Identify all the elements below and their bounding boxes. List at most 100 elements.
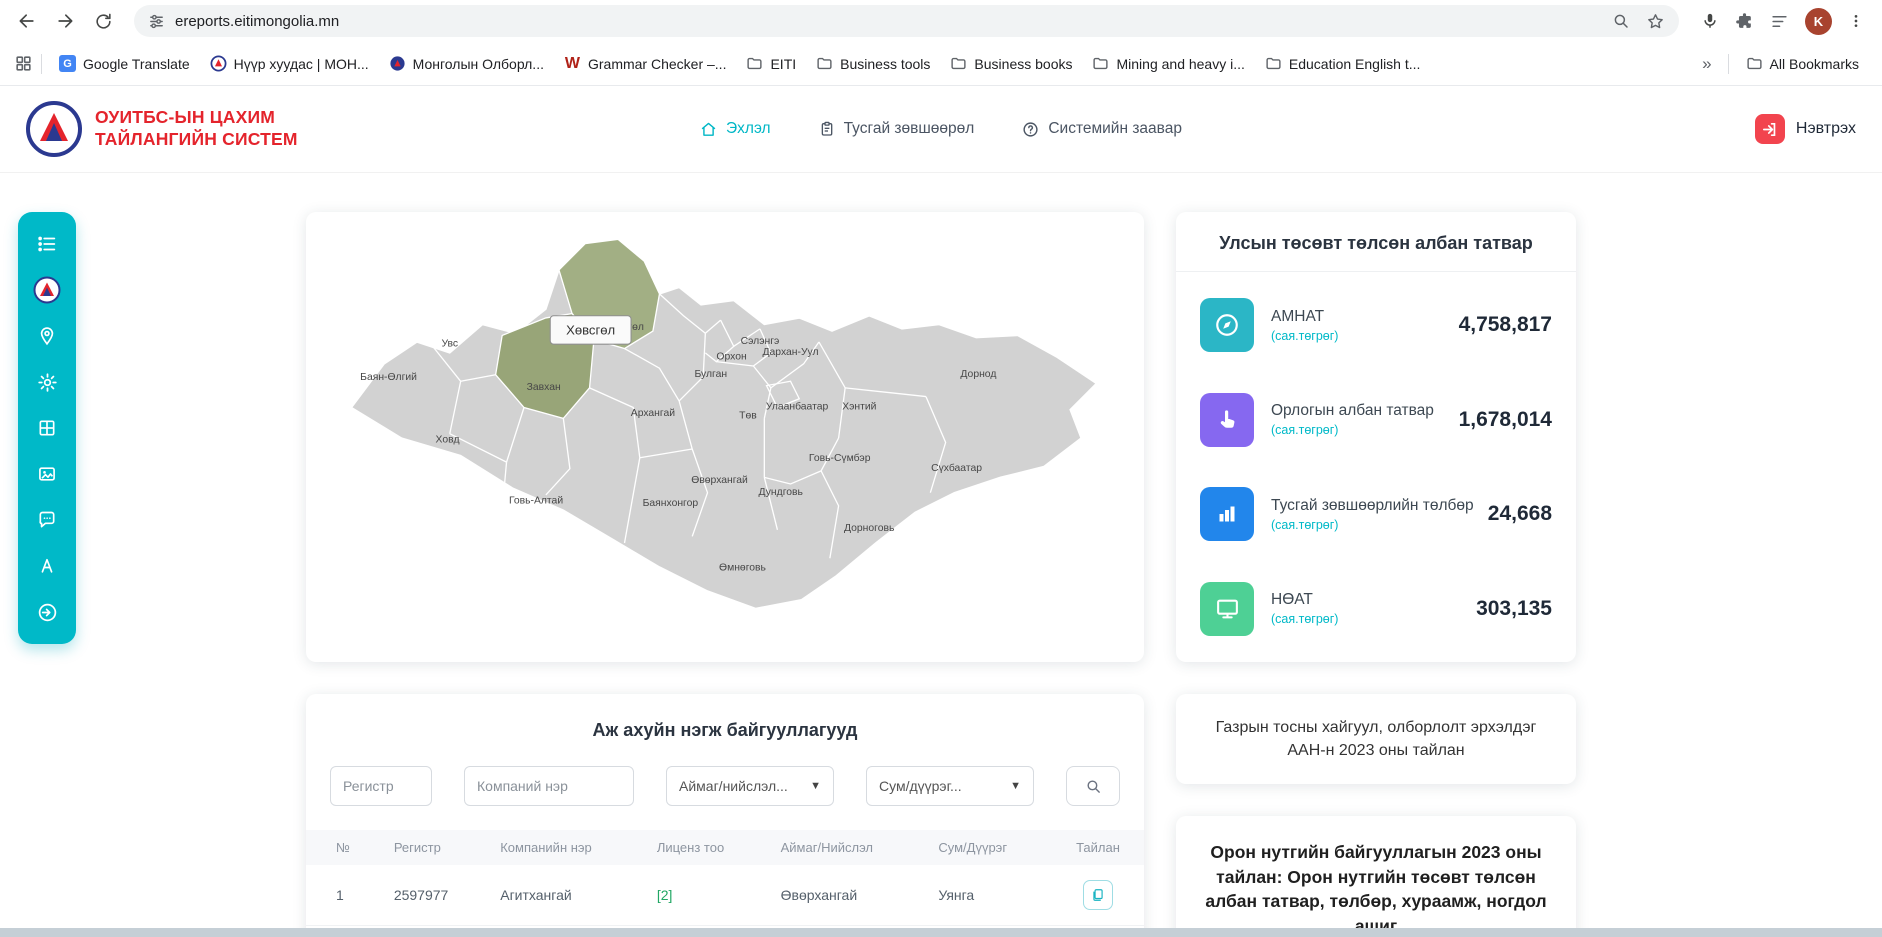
menu-kebab-icon[interactable] [1848, 13, 1864, 29]
province-label: Дархан-Уул [763, 347, 819, 358]
stat-value: 303,135 [1476, 597, 1552, 621]
bookmark-nuur-huudas[interactable]: Нүүр хуудас | МОН... [201, 50, 378, 77]
table-header-row: № Регистр Компанийн нэр Лиценз тоо Аймаг… [306, 830, 1144, 865]
register-input[interactable] [330, 766, 432, 806]
grid-icon[interactable] [28, 409, 66, 447]
gear-icon[interactable] [28, 363, 66, 401]
report-button[interactable] [1083, 880, 1113, 910]
search-button[interactable] [1066, 766, 1120, 806]
country-shape[interactable] [351, 239, 1096, 608]
report-doc-icon [1091, 888, 1105, 902]
oil-report-card[interactable]: Газрын тосны хайгуул, олборлолт эрхэлдэг… [1176, 694, 1576, 784]
forward-icon [55, 11, 75, 31]
nav-special-license[interactable]: Тусгай зөвшөөрөл [819, 120, 975, 138]
eiti-favicon [210, 55, 227, 72]
map-pin-icon[interactable] [28, 317, 66, 355]
cell-register: 2597977 [382, 865, 488, 926]
cell-aimag: Өвөрхангай [769, 865, 927, 926]
microphone-icon[interactable] [1701, 12, 1719, 30]
province-label: Сэлэнгэ [741, 336, 780, 347]
bookmark-folder-eiti[interactable]: EITI [737, 50, 805, 77]
local-report-card[interactable]: Орон нутгийн байгууллагын 2023 оны тайла… [1176, 816, 1576, 937]
nav-license-label: Тусгай зөвшөөрөл [844, 120, 975, 138]
nav-system-guide[interactable]: Системийн заавар [1022, 120, 1182, 138]
stat-unit: (сая.төгрөг) [1271, 518, 1471, 532]
province-label: Төв [739, 410, 757, 421]
zoom-icon[interactable] [1612, 12, 1630, 30]
reload-button[interactable] [86, 4, 120, 38]
list-menu-icon[interactable] [28, 225, 66, 263]
reload-icon [94, 12, 113, 31]
stat-amnat[interactable]: АМНАТ (сая.төгрөг) 4,758,817 [1176, 292, 1576, 358]
question-circle-icon [1022, 121, 1039, 138]
reading-list-icon[interactable] [1770, 12, 1789, 31]
stat-license-fee[interactable]: Тусгай зөвшөөрлийн төлбөр (сая.төгрөг) 2… [1176, 481, 1576, 547]
login-label: Нэвтрэх [1796, 120, 1856, 138]
bookmark-label: Mining and heavy i... [1116, 56, 1244, 72]
stat-unit: (сая.төгрөг) [1271, 423, 1434, 437]
bar-chart-icon [1200, 487, 1254, 541]
col-company-name: Компанийн нэр [488, 830, 645, 865]
bookmark-label: Business tools [840, 56, 930, 72]
google-translate-icon: G [59, 55, 76, 72]
all-bookmarks-button[interactable]: All Bookmarks [1737, 50, 1868, 77]
province-label: Баянхонгор [643, 498, 699, 509]
company-name-input[interactable] [464, 766, 634, 806]
bookmark-folder-business-books[interactable]: Business books [941, 50, 1081, 77]
mongolia-map[interactable]: УвсБаян-ӨлгийХовдЗавханХөвсгөлГовь-Алтай… [316, 224, 1134, 650]
site-header: ОУИТБС-ЫН ЦАХИМ ТАЙЛАНГИЙН СИСТЕМ Эхлэл … [0, 86, 1882, 172]
side-rail [18, 212, 76, 644]
bookmark-mongolyn-olborloh[interactable]: Монголын Олборл... [380, 50, 553, 77]
image-icon[interactable] [28, 455, 66, 493]
chevron-down-icon: ▼ [1010, 780, 1021, 792]
extensions-icon[interactable] [1735, 12, 1754, 31]
map-tooltip-label: Хөвсгөл [566, 322, 615, 337]
url-text[interactable]: ereports.eitimongolia.mn [175, 13, 339, 30]
apps-grid-icon[interactable] [14, 54, 33, 73]
typography-icon[interactable] [28, 547, 66, 585]
bookmark-grammar-checker[interactable]: W Grammar Checker –... [555, 50, 735, 77]
aimag-select-value: Аймаг/нийслэл... [679, 778, 788, 794]
url-bar[interactable]: ereports.eitimongolia.mn [134, 5, 1679, 37]
col-register: Регистр [382, 830, 488, 865]
bookmark-google-translate[interactable]: G Google Translate [50, 50, 199, 77]
col-no: № [306, 830, 382, 865]
bookmark-folder-education[interactable]: Education English t... [1256, 50, 1430, 77]
eiti-logo-icon[interactable] [28, 271, 66, 309]
chat-icon[interactable] [28, 501, 66, 539]
compass-icon [1200, 298, 1254, 352]
province-label: Сүхбаатар [931, 462, 982, 474]
clipboard-icon [819, 121, 835, 137]
table-row[interactable]: 1 2597977 Агитхангай [2] Өвөрхангай Уянг… [306, 865, 1144, 926]
stat-unit: (сая.төгрөг) [1271, 612, 1338, 626]
companies-table: № Регистр Компанийн нэр Лиценз тоо Аймаг… [306, 830, 1144, 937]
aimag-select[interactable]: Аймаг/нийслэл... ▼ [666, 766, 834, 806]
province-label: Баян-Өлгий [360, 372, 417, 383]
stat-vat[interactable]: НӨАТ (сая.төгрөг) 303,135 [1176, 576, 1576, 642]
cell-license-count[interactable]: [2] [645, 865, 769, 926]
folder-icon [950, 55, 967, 72]
tax-stats-card: Улсын төсөвт төлсөн албан татвар АМНАТ (… [1176, 212, 1576, 662]
main-nav: Эхлэл Тусгай зөвшөөрөл Системийн заавар [700, 120, 1182, 138]
bookmark-star-icon[interactable] [1646, 12, 1665, 31]
site-settings-icon[interactable] [148, 13, 165, 30]
bookmark-folder-mining[interactable]: Mining and heavy i... [1083, 50, 1253, 77]
login-button[interactable]: Нэвтрэх [1755, 114, 1856, 144]
bookmark-folder-business-tools[interactable]: Business tools [807, 50, 939, 77]
province-label: Орхон [716, 351, 746, 362]
mongolia-map-card[interactable]: УвсБаян-ӨлгийХовдЗавханХөвсгөлГовь-Алтай… [306, 212, 1144, 662]
word-icon: W [564, 55, 581, 72]
bookmarks-overflow-button[interactable]: » [1694, 54, 1719, 74]
forward-button[interactable] [48, 4, 82, 38]
site-brand[interactable]: ОУИТБС-ЫН ЦАХИМ ТАЙЛАНГИЙН СИСТЕМ [26, 101, 298, 157]
province-label: Дорноговь [844, 523, 894, 534]
province-label: Өвөрхангай [691, 475, 748, 486]
sum-select[interactable]: Сум/дүүрэг... ▼ [866, 766, 1034, 806]
bookmarks-bar: G Google Translate Нүүр хуудас | МОН... … [0, 42, 1882, 86]
stat-income-tax[interactable]: Орлогын албан татвар (сая.төгрөг) 1,678,… [1176, 387, 1576, 453]
nav-home[interactable]: Эхлэл [700, 120, 771, 138]
province-label: Өмнөговь [719, 562, 766, 573]
profile-avatar[interactable]: K [1805, 8, 1832, 35]
back-button[interactable] [10, 4, 44, 38]
sign-in-icon[interactable] [28, 593, 66, 631]
